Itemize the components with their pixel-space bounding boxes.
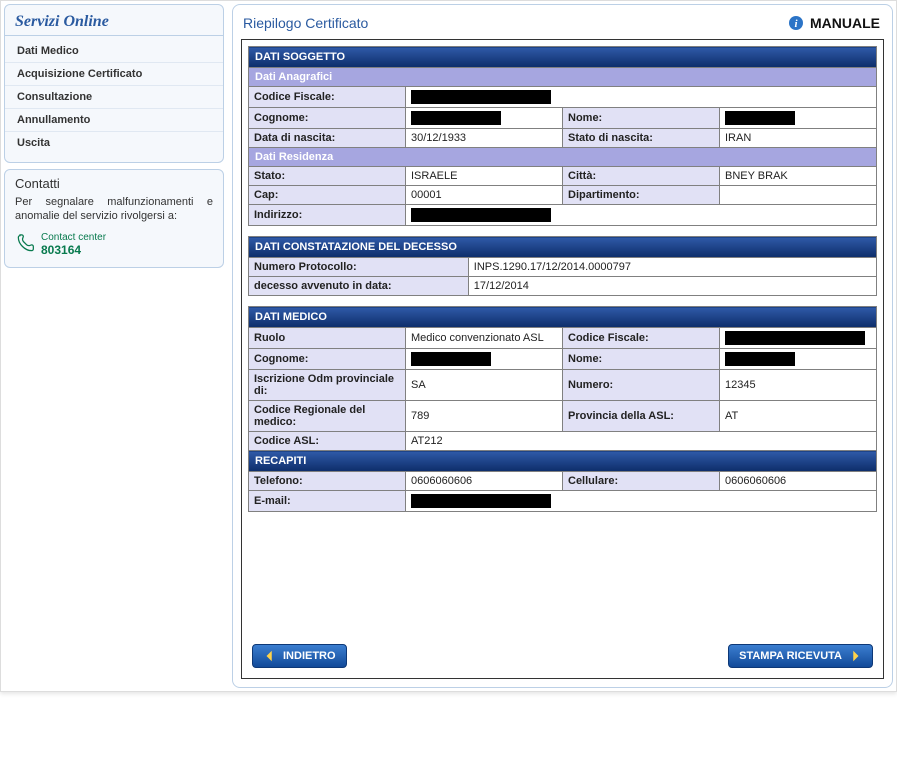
arrow-left-icon <box>263 649 277 663</box>
phone-icon <box>15 232 35 256</box>
recapiti-header: RECAPITI <box>249 451 877 472</box>
panel-header: Riepilogo Certificato i MANUALE <box>237 9 888 35</box>
indirizzo-label: Indirizzo: <box>249 205 406 226</box>
dipartimento-label: Dipartimento: <box>563 186 720 205</box>
sidebar-item-dati-medico[interactable]: Dati Medico <box>5 40 223 63</box>
contacts-title: Contatti <box>15 176 213 191</box>
stato-nascita-value: IRAN <box>720 129 877 148</box>
soggetto-nome-label: Nome: <box>563 108 720 129</box>
decesso-data-label: decesso avvenuto in data: <box>249 277 469 296</box>
dati-soggetto-table: DATI SOGGETTO Dati Anagrafici Codice Fis… <box>248 46 877 226</box>
stato-res-label: Stato: <box>249 167 406 186</box>
cellulare-value: 0606060606 <box>720 472 877 491</box>
ruolo-label: Ruolo <box>249 328 406 349</box>
redacted-block <box>725 352 795 366</box>
dati-medico-header: DATI MEDICO <box>249 307 877 328</box>
button-row: INDIETRO STAMPA RICEVUTA <box>248 628 877 668</box>
cf-value <box>406 87 877 108</box>
redacted-block <box>411 494 551 508</box>
protocollo-value: INPS.1290.17/12/2014.0000797 <box>468 258 876 277</box>
codasl-value: AT212 <box>406 432 877 451</box>
arrow-right-icon <box>848 649 862 663</box>
telefono-label: Telefono: <box>249 472 406 491</box>
sidebar-menu-box: Servizi Online Dati Medico Acquisizione … <box>4 4 224 163</box>
citta-label: Città: <box>563 167 720 186</box>
telefono-value: 0606060606 <box>406 472 563 491</box>
dati-soggetto-header: DATI SOGGETTO <box>249 47 877 68</box>
sidebar-menu: Dati Medico Acquisizione Certificato Con… <box>5 36 223 162</box>
numero-label: Numero: <box>563 370 720 401</box>
dati-medico-table: DATI MEDICO Ruolo Medico convenzionato A… <box>248 306 877 512</box>
sidebar: Servizi Online Dati Medico Acquisizione … <box>4 4 224 688</box>
sidebar-contacts-box: Contatti Per segnalare malfunzionamenti … <box>4 169 224 268</box>
contact-center-number: 803164 <box>41 243 106 257</box>
print-button-label: STAMPA RICEVUTA <box>739 650 842 662</box>
cellulare-label: Cellulare: <box>563 472 720 491</box>
redacted-block <box>725 331 865 345</box>
medico-cognome-value <box>406 349 563 370</box>
medico-nome-value <box>720 349 877 370</box>
dati-decesso-table: DATI CONSTATAZIONE DEL DECESSO Numero Pr… <box>248 236 877 296</box>
redacted-block <box>411 208 551 222</box>
dati-decesso-header: DATI CONSTATAZIONE DEL DECESSO <box>249 237 877 258</box>
main: Riepilogo Certificato i MANUALE DATI SOG… <box>232 4 893 688</box>
cap-label: Cap: <box>249 186 406 205</box>
medico-nome-label: Nome: <box>563 349 720 370</box>
dati-anagrafici-subheader: Dati Anagrafici <box>249 68 877 87</box>
iscrizione-label: Iscrizione Odm provinciale di: <box>249 370 406 401</box>
dipartimento-value <box>720 186 877 205</box>
contact-center-row: Contact center 803164 <box>15 232 213 257</box>
redacted-block <box>411 111 501 125</box>
citta-value: BNEY BRAK <box>720 167 877 186</box>
main-panel: Riepilogo Certificato i MANUALE DATI SOG… <box>232 4 893 688</box>
print-button[interactable]: STAMPA RICEVUTA <box>728 644 873 668</box>
soggetto-nome-value <box>720 108 877 129</box>
numero-value: 12345 <box>720 370 877 401</box>
redacted-block <box>725 111 795 125</box>
medico-cf-value <box>720 328 877 349</box>
sidebar-item-annullamento[interactable]: Annullamento <box>5 109 223 132</box>
back-button[interactable]: INDIETRO <box>252 644 347 668</box>
decesso-data-value: 17/12/2014 <box>468 277 876 296</box>
email-label: E-mail: <box>249 491 406 512</box>
contacts-text: Per segnalare malfunzionamenti e anomali… <box>15 195 213 224</box>
dati-residenza-subheader: Dati Residenza <box>249 148 877 167</box>
panel-title: Riepilogo Certificato <box>243 15 368 31</box>
indirizzo-value <box>406 205 877 226</box>
cap-value: 00001 <box>406 186 563 205</box>
page-root: Servizi Online Dati Medico Acquisizione … <box>0 0 897 692</box>
email-value <box>406 491 877 512</box>
stato-nascita-label: Stato di nascita: <box>563 129 720 148</box>
back-button-label: INDIETRO <box>283 650 336 662</box>
manual-label: MANUALE <box>810 15 880 31</box>
medico-cognome-label: Cognome: <box>249 349 406 370</box>
redacted-block <box>411 90 551 104</box>
soggetto-cognome-label: Cognome: <box>249 108 406 129</box>
contact-center-label: Contact center <box>41 232 106 243</box>
sidebar-item-acquisizione-certificato[interactable]: Acquisizione Certificato <box>5 63 223 86</box>
data-nascita-label: Data di nascita: <box>249 129 406 148</box>
cf-label: Codice Fiscale: <box>249 87 406 108</box>
iscrizione-value: SA <box>406 370 563 401</box>
contact-center-text: Contact center 803164 <box>41 232 106 257</box>
protocollo-label: Numero Protocollo: <box>249 258 469 277</box>
redacted-block <box>411 352 491 366</box>
soggetto-cognome-value <box>406 108 563 129</box>
provasl-label: Provincia della ASL: <box>563 401 720 432</box>
sidebar-item-uscita[interactable]: Uscita <box>5 132 223 154</box>
sidebar-title: Servizi Online <box>5 5 223 36</box>
stato-res-value: ISRAELE <box>406 167 563 186</box>
provasl-value: AT <box>720 401 877 432</box>
codreg-value: 789 <box>406 401 563 432</box>
ruolo-value: Medico convenzionato ASL <box>406 328 563 349</box>
codreg-label: Codice Regionale del medico: <box>249 401 406 432</box>
info-icon: i <box>788 15 804 31</box>
data-nascita-value: 30/12/1933 <box>406 129 563 148</box>
content-area: DATI SOGGETTO Dati Anagrafici Codice Fis… <box>241 39 884 679</box>
manual-link[interactable]: i MANUALE <box>788 15 880 31</box>
codasl-label: Codice ASL: <box>249 432 406 451</box>
medico-cf-label: Codice Fiscale: <box>563 328 720 349</box>
sidebar-item-consultazione[interactable]: Consultazione <box>5 86 223 109</box>
